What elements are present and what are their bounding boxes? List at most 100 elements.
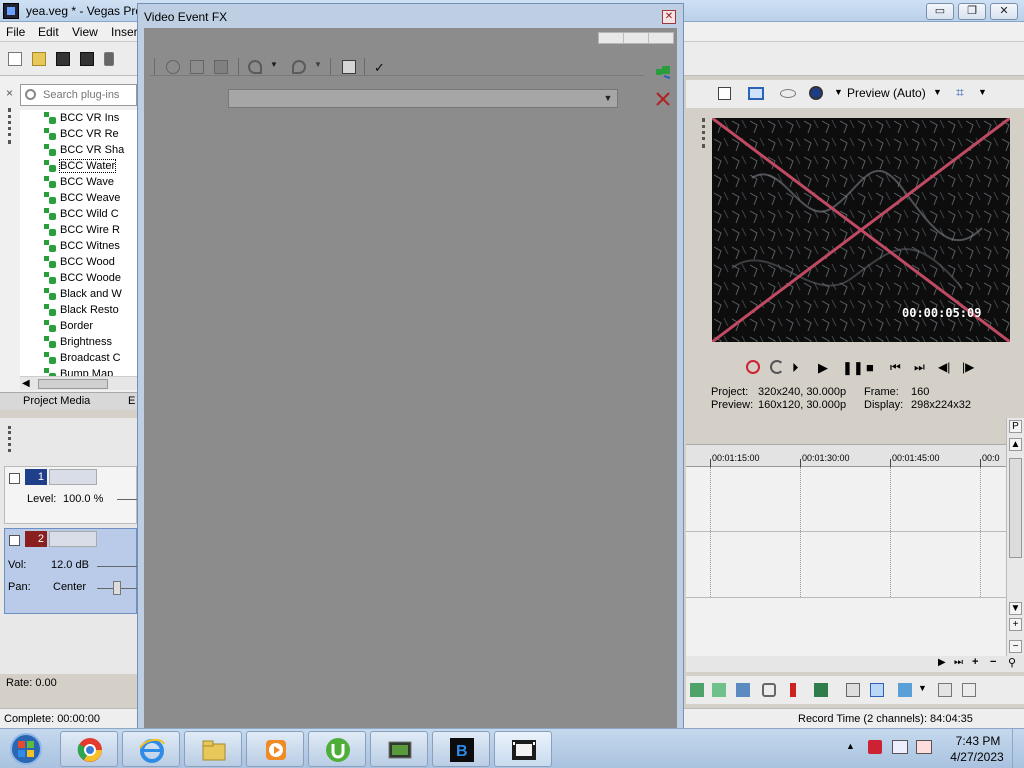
- tab-explorer[interactable]: E: [128, 395, 135, 407]
- record-icon[interactable]: [746, 360, 760, 374]
- lock-icon[interactable]: [762, 683, 776, 697]
- show-hidden-icons[interactable]: ▲: [846, 741, 855, 751]
- preview-grip[interactable]: [702, 118, 705, 148]
- app-task-button[interactable]: [370, 731, 428, 767]
- tab-project-media[interactable]: Project Media: [23, 395, 90, 407]
- marker-icon[interactable]: P: [1009, 420, 1022, 433]
- horizontal-scrollbar[interactable]: ◀: [20, 376, 137, 390]
- new-file-icon[interactable]: [8, 52, 22, 66]
- track-grip[interactable]: [8, 426, 11, 452]
- cut-icon[interactable]: [166, 60, 180, 74]
- vegas-task-button[interactable]: [494, 731, 552, 767]
- pan-slider-knob[interactable]: [113, 581, 121, 595]
- plugin-list-item[interactable]: BCC Woode: [20, 270, 137, 286]
- minimize-button[interactable]: ▭: [926, 3, 954, 20]
- external-monitor-icon[interactable]: [748, 87, 764, 100]
- show-desktop-button[interactable]: [1012, 729, 1024, 768]
- level-slider[interactable]: [117, 499, 138, 500]
- plugin-list-item[interactable]: BCC VR Ins: [20, 110, 137, 126]
- menu-view[interactable]: View: [72, 25, 98, 39]
- track-name-field[interactable]: [49, 531, 97, 547]
- plugin-list-item[interactable]: BCC Weave: [20, 190, 137, 206]
- go-to-start-icon[interactable]: ⏮: [890, 360, 904, 374]
- maximize-button[interactable]: ❐: [958, 3, 986, 20]
- media-player-task-button[interactable]: [246, 731, 304, 767]
- chevron-down-icon[interactable]: ▼: [834, 87, 843, 97]
- menu-file[interactable]: File: [6, 25, 25, 39]
- previous-frame-icon[interactable]: ◀|: [938, 360, 952, 374]
- plugin-list-item[interactable]: Black and W: [20, 286, 137, 302]
- plugin-list-item[interactable]: BCC Wire R: [20, 222, 137, 238]
- vegas-app-icon[interactable]: [3, 3, 19, 19]
- edit-tool-icon[interactable]: [846, 683, 860, 697]
- region-icon[interactable]: [814, 683, 828, 697]
- preset-dropdown[interactable]: ▼: [228, 89, 618, 108]
- plugin-list-item[interactable]: BCC VR Sha: [20, 142, 137, 158]
- split-icon[interactable]: [736, 683, 750, 697]
- auto-ripple-icon[interactable]: [938, 683, 952, 697]
- chevron-down-icon[interactable]: ▼: [601, 91, 615, 106]
- preset-buttons[interactable]: [598, 32, 674, 44]
- preset-segment[interactable]: [599, 33, 624, 43]
- play-from-start-icon[interactable]: ⏵: [792, 360, 806, 375]
- scroll-down-icon[interactable]: ▼: [1009, 602, 1022, 615]
- redo-icon[interactable]: [292, 60, 306, 74]
- preset-segment[interactable]: [649, 33, 674, 43]
- internet-explorer-task-button[interactable]: [122, 731, 180, 767]
- zoom-in-time-icon[interactable]: +: [972, 656, 978, 668]
- copy-icon[interactable]: [190, 60, 204, 74]
- file-explorer-task-button[interactable]: [184, 731, 242, 767]
- plugin-list-item[interactable]: BCC Wood: [20, 254, 137, 270]
- plugin-list-item[interactable]: Bump Map: [20, 366, 137, 376]
- plugin-list-item[interactable]: BCC Wild C: [20, 206, 137, 222]
- chrome-task-button[interactable]: [60, 731, 118, 767]
- chevron-down-icon[interactable]: ▼: [918, 683, 932, 697]
- save-icon[interactable]: [56, 52, 70, 66]
- zoom-in-icon[interactable]: +: [1009, 618, 1022, 631]
- snapping-icon[interactable]: [898, 683, 912, 697]
- preview-props-icon[interactable]: [718, 87, 731, 100]
- panel-grip[interactable]: [8, 108, 11, 144]
- loop-icon[interactable]: [770, 360, 784, 374]
- timeline[interactable]: 00:01:15:00 00:01:30:00 00:01:45:00 00:0: [686, 444, 1008, 656]
- track-name-field[interactable]: [49, 469, 97, 485]
- grid-icon[interactable]: ⌗: [956, 84, 964, 101]
- zoom-icon[interactable]: ⚲: [1008, 656, 1016, 669]
- scroll-up-icon[interactable]: ▲: [1009, 438, 1022, 451]
- properties-icon[interactable]: [104, 52, 114, 66]
- plugin-list-item[interactable]: BCC VR Re: [20, 126, 137, 142]
- plugin-chain-icon[interactable]: [654, 64, 672, 80]
- timeline-vertical-scrollbar[interactable]: P ▲ ▼ + −: [1006, 418, 1024, 656]
- overlay-icon[interactable]: [809, 86, 823, 100]
- marker-flag-icon[interactable]: [790, 683, 796, 697]
- chevron-down-icon[interactable]: ▼: [270, 60, 284, 74]
- video-track-header[interactable]: 1 Level: 100.0 %: [4, 466, 138, 524]
- plugin-list-item[interactable]: Black Resto: [20, 302, 137, 318]
- play-icon[interactable]: ▶: [818, 360, 832, 375]
- preview-quality-dropdown[interactable]: Preview (Auto): [847, 86, 926, 100]
- audio-track-header[interactable]: 2 Vol: 12.0 dB Pan: Center: [4, 528, 138, 614]
- preset-segment[interactable]: [624, 33, 649, 43]
- plugin-list-item[interactable]: BCC Water: [20, 158, 137, 174]
- plugin-list-item[interactable]: Brightness: [20, 334, 137, 350]
- normal-edit-icon[interactable]: [690, 683, 704, 697]
- scroll-end-icon[interactable]: ⏭: [954, 657, 963, 668]
- plugin-list-item[interactable]: Border: [20, 318, 137, 334]
- go-to-end-icon[interactable]: ⏭: [914, 360, 928, 374]
- close-button[interactable]: ✕: [990, 3, 1018, 20]
- chevron-down-icon[interactable]: ▼: [314, 60, 328, 74]
- collapse-track-icon[interactable]: [9, 473, 20, 484]
- check-icon[interactable]: ✓: [374, 60, 388, 75]
- paste-icon[interactable]: [214, 60, 228, 74]
- split-screen-icon[interactable]: [780, 89, 796, 98]
- plugin-list-item[interactable]: Broadcast C: [20, 350, 137, 366]
- stop-icon[interactable]: ■: [866, 360, 880, 375]
- action-center-icon[interactable]: [868, 740, 882, 754]
- close-panel-icon[interactable]: ×: [6, 86, 13, 100]
- plugin-list-item[interactable]: BCC Witnes: [20, 238, 137, 254]
- next-frame-icon[interactable]: |▶: [962, 360, 976, 374]
- zoom-out-icon[interactable]: −: [1009, 640, 1022, 653]
- video-preview[interactable]: 00:00:05:09: [712, 118, 1010, 342]
- scroll-thumb[interactable]: [38, 379, 108, 389]
- scroll-right-icon[interactable]: ▶: [938, 657, 946, 668]
